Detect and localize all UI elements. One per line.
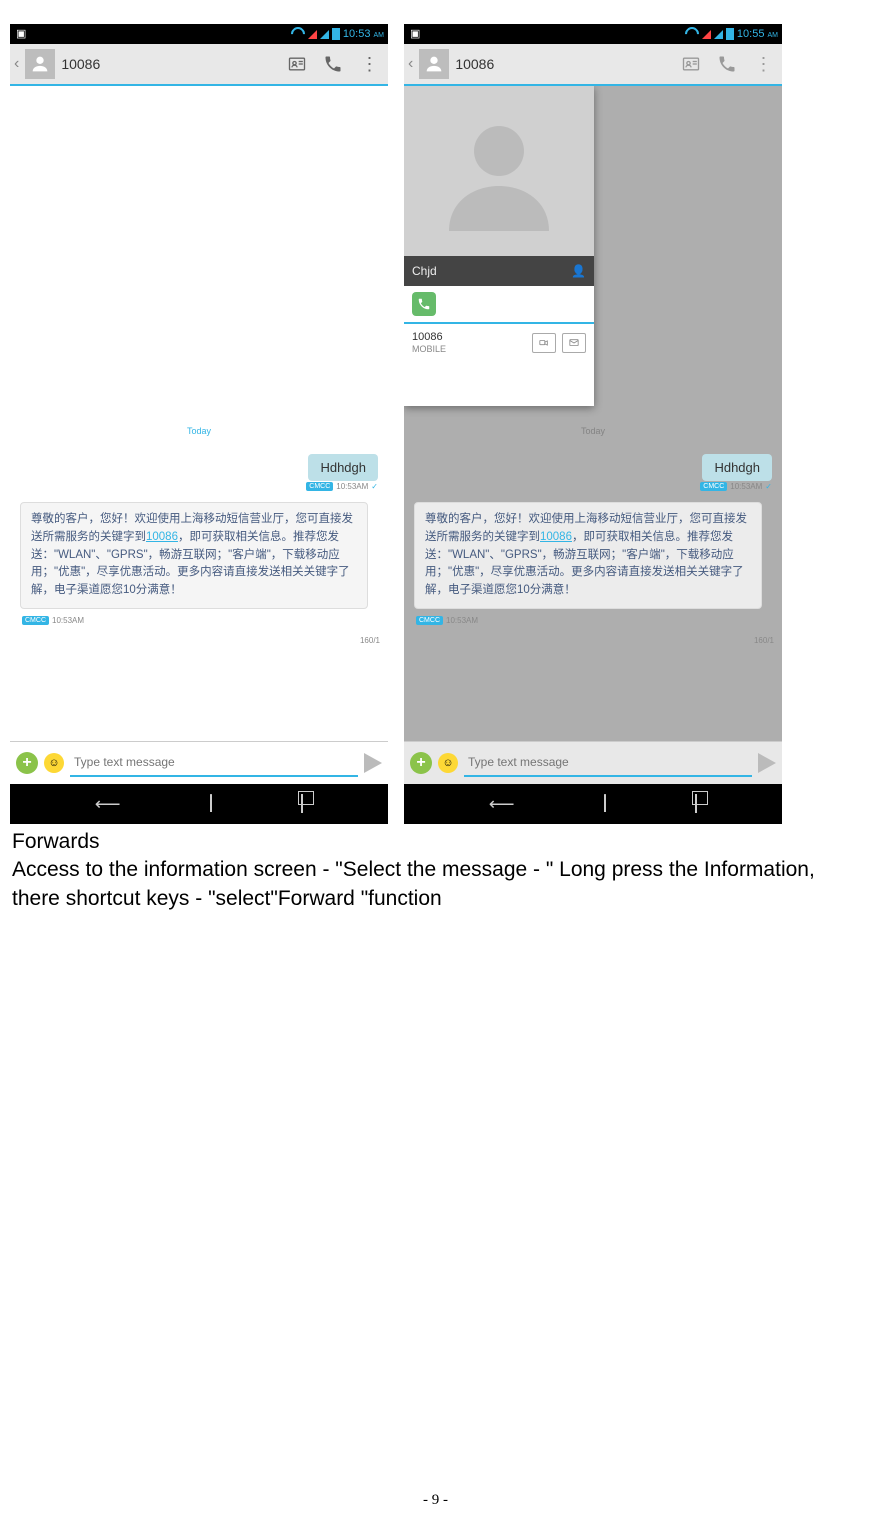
overflow-menu-icon[interactable]: ⋮ <box>748 49 778 79</box>
char-counter: 160/1 <box>360 636 380 645</box>
link-10086: 10086 <box>540 531 572 543</box>
contact-card-icon[interactable] <box>282 49 312 79</box>
link-10086[interactable]: 10086 <box>146 531 178 543</box>
page-number: - 9 - <box>0 1492 871 1509</box>
nav-recent-icon[interactable] <box>695 795 697 813</box>
send-button[interactable] <box>364 753 382 773</box>
message-list: Today Hdhdgh CMCC 10:53AM ✓ 尊敬的客户，您好！欢迎使… <box>404 86 782 741</box>
contact-photo[interactable] <box>404 86 594 256</box>
contact-name: 10086 <box>455 56 670 72</box>
message-list[interactable]: Today Hdhdgh CMCC 10:53AM ✓ 尊敬的客户，您好！欢迎使… <box>10 86 388 741</box>
conversation-header: ‹ 10086 ⋮ <box>10 44 388 86</box>
avatar[interactable] <box>419 49 449 79</box>
compose-bar: + ☺ <box>10 741 388 784</box>
contact-name: 10086 <box>61 56 276 72</box>
nav-bar: ⟵ <box>404 784 782 824</box>
incoming-meta: CMCC 10:53AM <box>416 616 478 625</box>
emoji-button[interactable]: ☺ <box>438 753 458 773</box>
signal-icon <box>308 30 317 39</box>
contact-badge-icon[interactable]: 👤 <box>571 264 586 278</box>
sms-icon[interactable] <box>562 333 586 353</box>
carrier-tag: CMCC <box>700 482 727 491</box>
timestamp: 10:53AM <box>730 482 762 491</box>
back-icon[interactable]: ‹ <box>14 55 19 73</box>
nav-recent-icon[interactable] <box>301 795 303 813</box>
char-counter: 160/1 <box>754 636 774 645</box>
document-text: Forwards Access to the information scree… <box>0 824 871 913</box>
wifi-icon <box>682 24 702 44</box>
incoming-message[interactable]: 尊敬的客户，您好！欢迎使用上海移动短信营业厅，您可直接发送所需服务的关键字到10… <box>20 502 368 609</box>
signal-icon <box>320 30 329 39</box>
outgoing-message: Hdhdgh <box>702 454 772 481</box>
timestamp: 10:53AM <box>52 616 84 625</box>
incoming-meta: CMCC 10:53AM <box>22 616 84 625</box>
sent-check-icon: ✓ <box>765 482 772 491</box>
phone-icon[interactable] <box>712 49 742 79</box>
message-input[interactable] <box>70 749 358 777</box>
contact-card-icon[interactable] <box>676 49 706 79</box>
contact-name: Chjd <box>412 264 437 278</box>
nav-back-icon[interactable]: ⟵ <box>95 794 121 815</box>
video-call-icon[interactable] <box>532 333 556 353</box>
outgoing-message[interactable]: Hdhdgh <box>308 454 378 481</box>
screenshot-left: ▣ 10:53 AM ‹ 10086 ⋮ Today Hdhdgh <box>10 24 388 824</box>
nav-home-icon[interactable] <box>604 795 606 813</box>
date-divider: Today <box>10 86 388 436</box>
status-bar: ▣ 10:55 AM <box>404 24 782 44</box>
phone-icon[interactable] <box>318 49 348 79</box>
clock: 10:55 AM <box>737 28 778 40</box>
nav-back-icon[interactable]: ⟵ <box>489 794 515 815</box>
add-attachment-button[interactable]: + <box>410 752 432 774</box>
contact-name-bar: Chjd 👤 <box>404 256 594 286</box>
wifi-icon <box>288 24 308 44</box>
nav-bar: ⟵ <box>10 784 388 824</box>
section-heading: Forwards <box>12 828 861 856</box>
carrier-tag: CMCC <box>306 482 333 491</box>
overflow-menu-icon[interactable]: ⋮ <box>354 49 384 79</box>
call-row <box>404 286 594 324</box>
contact-quick-card: Chjd 👤 10086 MOBILE <box>404 86 594 406</box>
nav-home-icon[interactable] <box>210 795 212 813</box>
clock: 10:53 AM <box>343 28 384 40</box>
section-body: Access to the information screen - "Sele… <box>12 856 861 913</box>
conversation-header: ‹ 10086 ⋮ <box>404 44 782 86</box>
emoji-button[interactable]: ☺ <box>44 753 64 773</box>
phone-number: 10086 <box>412 330 446 344</box>
carrier-tag: CMCC <box>416 616 443 625</box>
notification-icon: ▣ <box>16 27 26 40</box>
timestamp: 10:53AM <box>446 616 478 625</box>
send-button[interactable] <box>758 753 776 773</box>
battery-icon <box>726 28 734 40</box>
incoming-message: 尊敬的客户，您好！欢迎使用上海移动短信营业厅，您可直接发送所需服务的关键字到10… <box>414 502 762 609</box>
signal-icon <box>702 30 711 39</box>
call-button[interactable] <box>412 292 436 316</box>
compose-bar: + ☺ <box>404 741 782 784</box>
phone-type: MOBILE <box>412 344 446 356</box>
carrier-tag: CMCC <box>22 616 49 625</box>
add-attachment-button[interactable]: + <box>16 752 38 774</box>
avatar[interactable] <box>25 49 55 79</box>
status-bar: ▣ 10:53 AM <box>10 24 388 44</box>
screenshot-right: ▣ 10:55 AM ‹ 10086 ⋮ Today Hdhdgh <box>404 24 782 824</box>
sent-check-icon: ✓ <box>371 482 378 491</box>
back-icon[interactable]: ‹ <box>408 55 413 73</box>
message-input[interactable] <box>464 749 752 777</box>
battery-icon <box>332 28 340 40</box>
notification-icon: ▣ <box>410 27 420 40</box>
signal-icon <box>714 30 723 39</box>
timestamp: 10:53AM <box>336 482 368 491</box>
outgoing-meta: CMCC 10:53AM ✓ <box>306 482 378 491</box>
number-row[interactable]: 10086 MOBILE <box>404 324 594 362</box>
outgoing-meta: CMCC 10:53AM ✓ <box>700 482 772 491</box>
